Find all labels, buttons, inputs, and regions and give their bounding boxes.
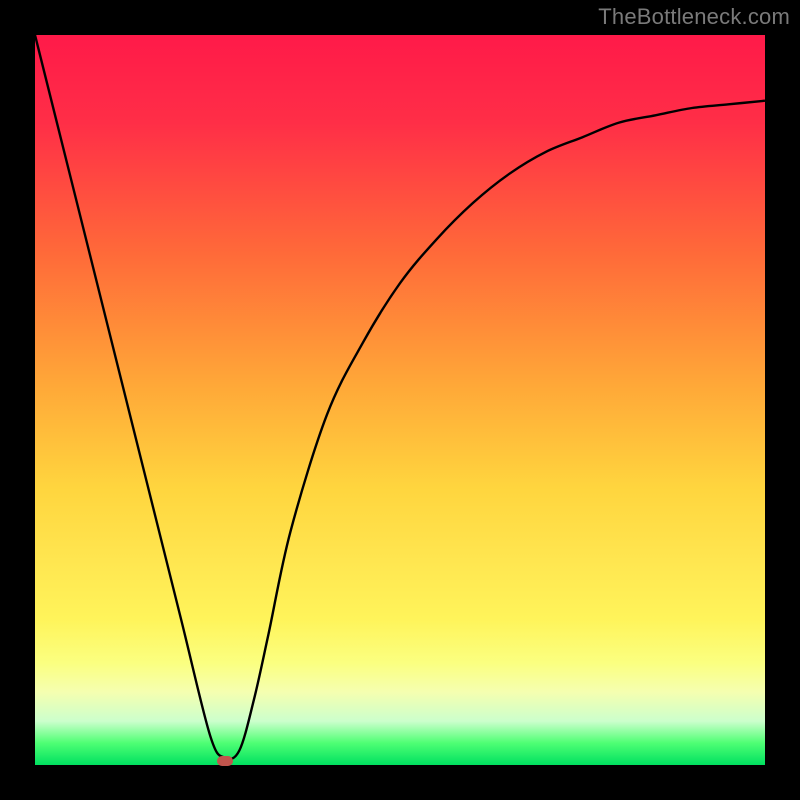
minimum-marker	[217, 756, 233, 766]
bottleneck-curve-svg	[35, 35, 765, 765]
chart-frame: TheBottleneck.com	[0, 0, 800, 800]
bottleneck-curve	[35, 35, 765, 759]
plot-area	[35, 35, 765, 765]
watermark-text: TheBottleneck.com	[598, 4, 790, 30]
